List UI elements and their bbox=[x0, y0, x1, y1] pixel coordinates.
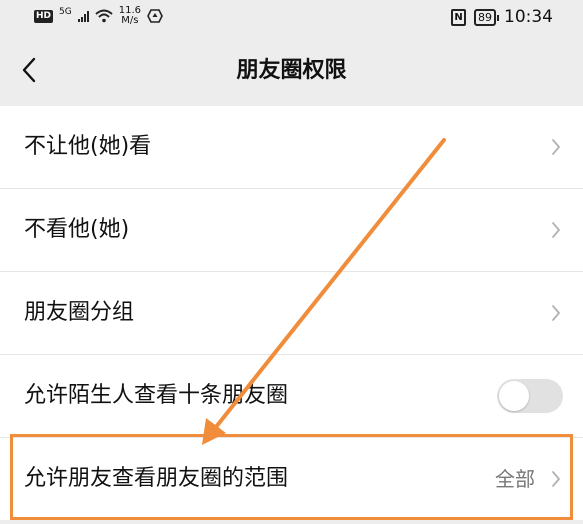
clock: 10:34 bbox=[504, 7, 553, 27]
signal-bars-icon bbox=[77, 10, 89, 22]
row-label: 朋友圈分组 bbox=[24, 300, 135, 325]
row-hide-their-moments[interactable]: 不看他(她) bbox=[0, 189, 583, 272]
row-label: 允许陌生人查看十条朋友圈 bbox=[24, 383, 289, 408]
chevron-right-icon bbox=[552, 471, 560, 487]
chevron-right-icon bbox=[552, 222, 560, 238]
chevron-right-icon bbox=[552, 305, 560, 321]
row-moments-groups[interactable]: 朋友圈分组 bbox=[0, 272, 583, 355]
row-visible-range[interactable]: 允许朋友查看朋友圈的范围 全部 bbox=[0, 438, 583, 520]
status-bar: HD 5G 11.6 M/s N 89 10:34 bbox=[0, 0, 583, 36]
shield-app-icon bbox=[147, 9, 163, 23]
row-label: 允许朋友查看朋友圈的范围 bbox=[24, 466, 289, 491]
status-bar-left: HD 5G 11.6 M/s bbox=[34, 6, 163, 26]
visible-range-value: 全部 bbox=[495, 467, 535, 491]
back-button[interactable] bbox=[14, 50, 44, 90]
toggle-knob bbox=[499, 381, 529, 411]
status-bar-right: N 89 10:34 bbox=[451, 7, 553, 27]
network-speed: 11.6 M/s bbox=[119, 6, 141, 26]
signal-label: 5G bbox=[59, 6, 72, 17]
hd-badge: HD bbox=[34, 9, 54, 23]
chevron-right-icon bbox=[552, 139, 560, 155]
page-title: 朋友圈权限 bbox=[236, 58, 347, 83]
battery-icon: 89 bbox=[474, 8, 499, 26]
stranger-posts-toggle[interactable] bbox=[497, 379, 563, 413]
back-chevron-icon bbox=[22, 57, 36, 83]
nav-bar: 朋友圈权限 bbox=[0, 36, 583, 106]
speed-unit: M/s bbox=[121, 15, 139, 26]
row-label: 不让他(她)看 bbox=[24, 134, 152, 159]
row-hide-my-moments[interactable]: 不让他(她)看 bbox=[0, 106, 583, 189]
settings-list: 不让他(她)看 不看他(她) 朋友圈分组 允许陌生人查看十条朋友圈 允许朋友查看… bbox=[0, 106, 583, 520]
nfc-icon: N bbox=[451, 8, 466, 26]
wifi-icon bbox=[95, 9, 113, 23]
row-label: 不看他(她) bbox=[24, 217, 130, 242]
row-stranger-ten-posts: 允许陌生人查看十条朋友圈 bbox=[0, 355, 583, 438]
